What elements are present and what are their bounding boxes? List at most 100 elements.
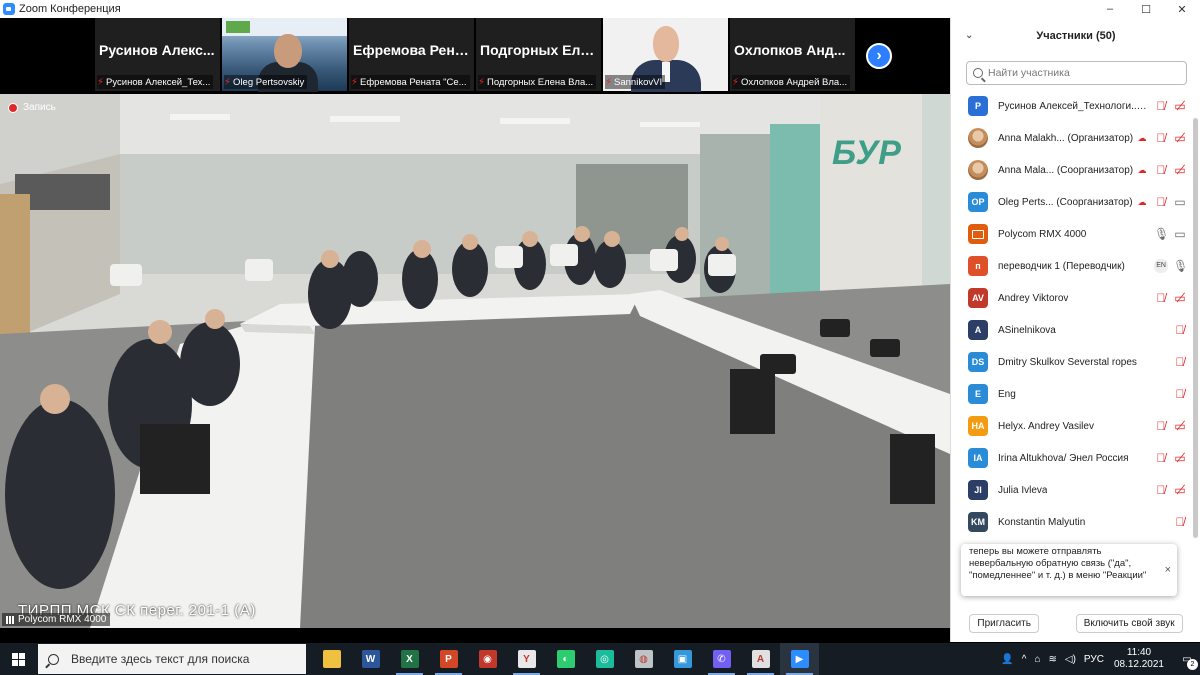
thumbnail-name: Русинов Алекс... bbox=[99, 42, 215, 58]
avatar: E bbox=[968, 384, 988, 404]
video-icon: ▭ bbox=[1174, 195, 1186, 209]
participant-list: P Русинов Алексей_Технологи...(я) 🎙̸ ▭̸ Anna… bbox=[951, 90, 1191, 570]
taskbar-app-acrobat[interactable]: A bbox=[741, 643, 780, 675]
app-teal-icon: ◎ bbox=[595, 650, 614, 668]
network-icon[interactable]: ⌂ bbox=[1034, 654, 1040, 665]
taskbar-search-box[interactable]: Введите здесь текст для поиска bbox=[38, 644, 306, 674]
participant-row[interactable]: JI Julia Ivleva 🎙̸ ▭̸ bbox=[951, 474, 1191, 506]
participant-face bbox=[653, 26, 679, 62]
wifi-icon[interactable]: ≋ bbox=[1048, 654, 1056, 665]
zoom-logo-icon bbox=[3, 3, 15, 15]
participant-thumbnail[interactable]: Охлопков Анд... ⚡ Охлопков Андрей Вла... bbox=[730, 18, 855, 91]
taskbar-app-app-save[interactable]: ▣ bbox=[663, 643, 702, 675]
unmute-button[interactable]: Включить свой звук bbox=[1075, 613, 1183, 633]
panel-header: ⌄ Участники (50) bbox=[951, 18, 1200, 54]
participant-status-icons: 🎙̸ bbox=[1173, 388, 1187, 400]
video-off-icon: ▭̸ bbox=[1174, 483, 1186, 497]
participant-row[interactable]: P Русинов Алексей_Технологи...(я) 🎙̸ ▭̸ bbox=[951, 90, 1191, 122]
thumbnail-label: Подгорных Елена Вла... bbox=[487, 76, 594, 88]
thumbnail-label: Oleg Pertsovskiy bbox=[233, 76, 305, 88]
avatar bbox=[968, 160, 988, 180]
participant-status-icons: 🎙̸ bbox=[1173, 356, 1187, 368]
search-icon bbox=[973, 68, 983, 78]
video-off-icon: ▭̸ bbox=[1174, 451, 1186, 465]
taskbar-app-file-explorer[interactable] bbox=[312, 643, 351, 675]
video-off-icon: ▭̸ bbox=[1174, 131, 1186, 145]
maximize-button[interactable]: ☐ bbox=[1128, 0, 1164, 18]
mic-off-icon: 🎙̸ bbox=[1156, 163, 1166, 177]
participant-row[interactable]: A ASinelnikova 🎙̸ bbox=[951, 314, 1191, 346]
participant-name: Helyx. Andrey Vasilev bbox=[998, 420, 1094, 432]
participant-name: Konstantin Malyutin bbox=[998, 516, 1086, 528]
taskbar-app-zoom[interactable]: ▶ bbox=[780, 643, 819, 675]
clock-date: 08.12.2021 bbox=[1113, 659, 1164, 670]
taskbar-app-excel[interactable]: X bbox=[390, 643, 429, 675]
main-video[interactable]: БУР Запись ТИРПП МСК СК перег. 201-1 (А)… bbox=[0, 94, 950, 628]
clock[interactable]: 11:40 08.12.2021 bbox=[1114, 647, 1164, 671]
chevron-up-icon[interactable]: ^ bbox=[1022, 654, 1027, 665]
participant-row[interactable]: KM Konstantin Malyutin 🎙̸ bbox=[951, 506, 1191, 538]
participant-search-input[interactable]: Найти участника bbox=[966, 61, 1187, 85]
file-explorer-icon bbox=[322, 650, 341, 668]
participant-row[interactable]: п переводчик 1 (Переводчик) EN 🎙 bbox=[951, 250, 1191, 282]
participant-row[interactable]: E Eng 🎙̸ bbox=[951, 378, 1191, 410]
mic-off-icon: ⚡ bbox=[97, 76, 105, 88]
participant-row[interactable]: Polycom RMX 4000 🎙 ▭ bbox=[951, 218, 1191, 250]
participant-name: Русинов Алексей_Технологи...(я) bbox=[998, 100, 1148, 112]
video-off-icon: ▭̸ bbox=[1174, 419, 1186, 433]
participant-row[interactable]: Anna Mala... (Соорганизатор) ☁ 🎙̸ ▭̸ bbox=[951, 154, 1191, 186]
participant-thumbnail-video[interactable]: ⚡ Oleg Pertsovskiy bbox=[222, 18, 347, 92]
mic-off-icon: 🎙̸ bbox=[1156, 483, 1166, 497]
reactions-notification: теперь вы можете отправлять невербальную… bbox=[961, 544, 1177, 596]
participant-row[interactable]: AV Andrey Viktorov 🎙̸ ▭̸ bbox=[951, 282, 1191, 314]
thumbnail-label: SannikovVI bbox=[614, 76, 663, 88]
avatar: DS bbox=[968, 352, 988, 372]
mic-off-icon: ⚡ bbox=[732, 76, 740, 88]
participant-name: Andrey Viktorov bbox=[998, 292, 1069, 304]
minimize-button[interactable]: – bbox=[1092, 0, 1128, 18]
participant-row[interactable]: Anna Malakh... (Организатор) ☁ 🎙̸ ▭̸ bbox=[951, 122, 1191, 154]
taskbar-app-yandex-browser[interactable]: Y bbox=[507, 643, 546, 675]
notification-center-button[interactable]: ▭ 2 bbox=[1174, 643, 1200, 675]
next-page-button[interactable]: › bbox=[866, 43, 892, 69]
participant-thumbnail-video[interactable]: ⚡ SannikovVI bbox=[603, 18, 728, 92]
panel-title: Участники (50) bbox=[1036, 30, 1116, 42]
participant-thumbnail[interactable]: Русинов Алекс... ⚡ Русинов Алексей_Тех... bbox=[95, 18, 220, 91]
thumbnail-name: Ефремова Рена... bbox=[353, 42, 471, 58]
start-button[interactable] bbox=[0, 643, 36, 675]
video-area: Русинов Алекс... ⚡ Русинов Алексей_Тех...… bbox=[0, 18, 950, 628]
excel-icon: X bbox=[400, 650, 419, 668]
invite-button[interactable]: Пригласить bbox=[969, 613, 1039, 633]
taskbar-app-powerpoint[interactable]: P bbox=[429, 643, 468, 675]
participant-thumbnail[interactable]: Ефремова Рена... ⚡ Ефремова Рената "Се... bbox=[349, 18, 474, 91]
participant-status-icons: ☁ 🎙̸ ▭̸ bbox=[1135, 132, 1187, 144]
taskbar-app-word[interactable]: W bbox=[351, 643, 390, 675]
taskbar-app-app-globe[interactable]: ◍ bbox=[624, 643, 663, 675]
taskbar-app-app-green[interactable]: ◐ bbox=[546, 643, 585, 675]
zoom-icon: ▶ bbox=[790, 650, 809, 668]
participant-status-icons: 🎙̸ ▭̸ bbox=[1154, 484, 1187, 496]
participant-thumbnail[interactable]: Подгорных Еле... ⚡ Подгорных Елена Вла... bbox=[476, 18, 601, 91]
taskbar-app-app-red[interactable]: ◉ bbox=[468, 643, 507, 675]
participant-list-scrollbar[interactable] bbox=[1193, 118, 1198, 538]
participant-row[interactable]: OP Oleg Perts... (Соорганизатор) ☁ 🎙̸ ▭ bbox=[951, 186, 1191, 218]
close-notification-button[interactable]: × bbox=[1165, 564, 1171, 576]
mic-off-icon: 🎙̸ bbox=[1175, 515, 1185, 529]
thumbnail-label: Русинов Алексей_Тех... bbox=[106, 76, 211, 88]
language-indicator[interactable]: РУС bbox=[1084, 654, 1104, 665]
avatar bbox=[968, 128, 988, 148]
close-window-button[interactable]: ✕ bbox=[1164, 0, 1200, 18]
participant-row[interactable]: DS Dmitry Skulkov Severstal ropes 🎙̸ bbox=[951, 346, 1191, 378]
participant-name: Irina Altukhova/ Энел Россия bbox=[998, 452, 1129, 464]
taskbar-app-viber[interactable]: ✆ bbox=[702, 643, 741, 675]
taskbar-app-app-teal[interactable]: ◎ bbox=[585, 643, 624, 675]
video-off-icon: ▭̸ bbox=[1174, 291, 1186, 305]
participant-row[interactable]: HA Helyx. Andrey Vasilev 🎙̸ ▭̸ bbox=[951, 410, 1191, 442]
windows-taskbar: Введите здесь текст для поиска W X P ◉ Y ◐ ◎ ◍ ▣… bbox=[0, 643, 1200, 675]
volume-icon[interactable]: ◁) bbox=[1065, 654, 1076, 665]
avatar: AV bbox=[968, 288, 988, 308]
people-icon[interactable]: 👤 bbox=[1001, 654, 1013, 665]
yandex-browser-icon: Y bbox=[517, 650, 536, 668]
collapse-chevron-icon[interactable]: ⌄ bbox=[965, 30, 973, 41]
participant-row[interactable]: IA Irina Altukhova/ Энел Россия 🎙̸ ▭̸ bbox=[951, 442, 1191, 474]
